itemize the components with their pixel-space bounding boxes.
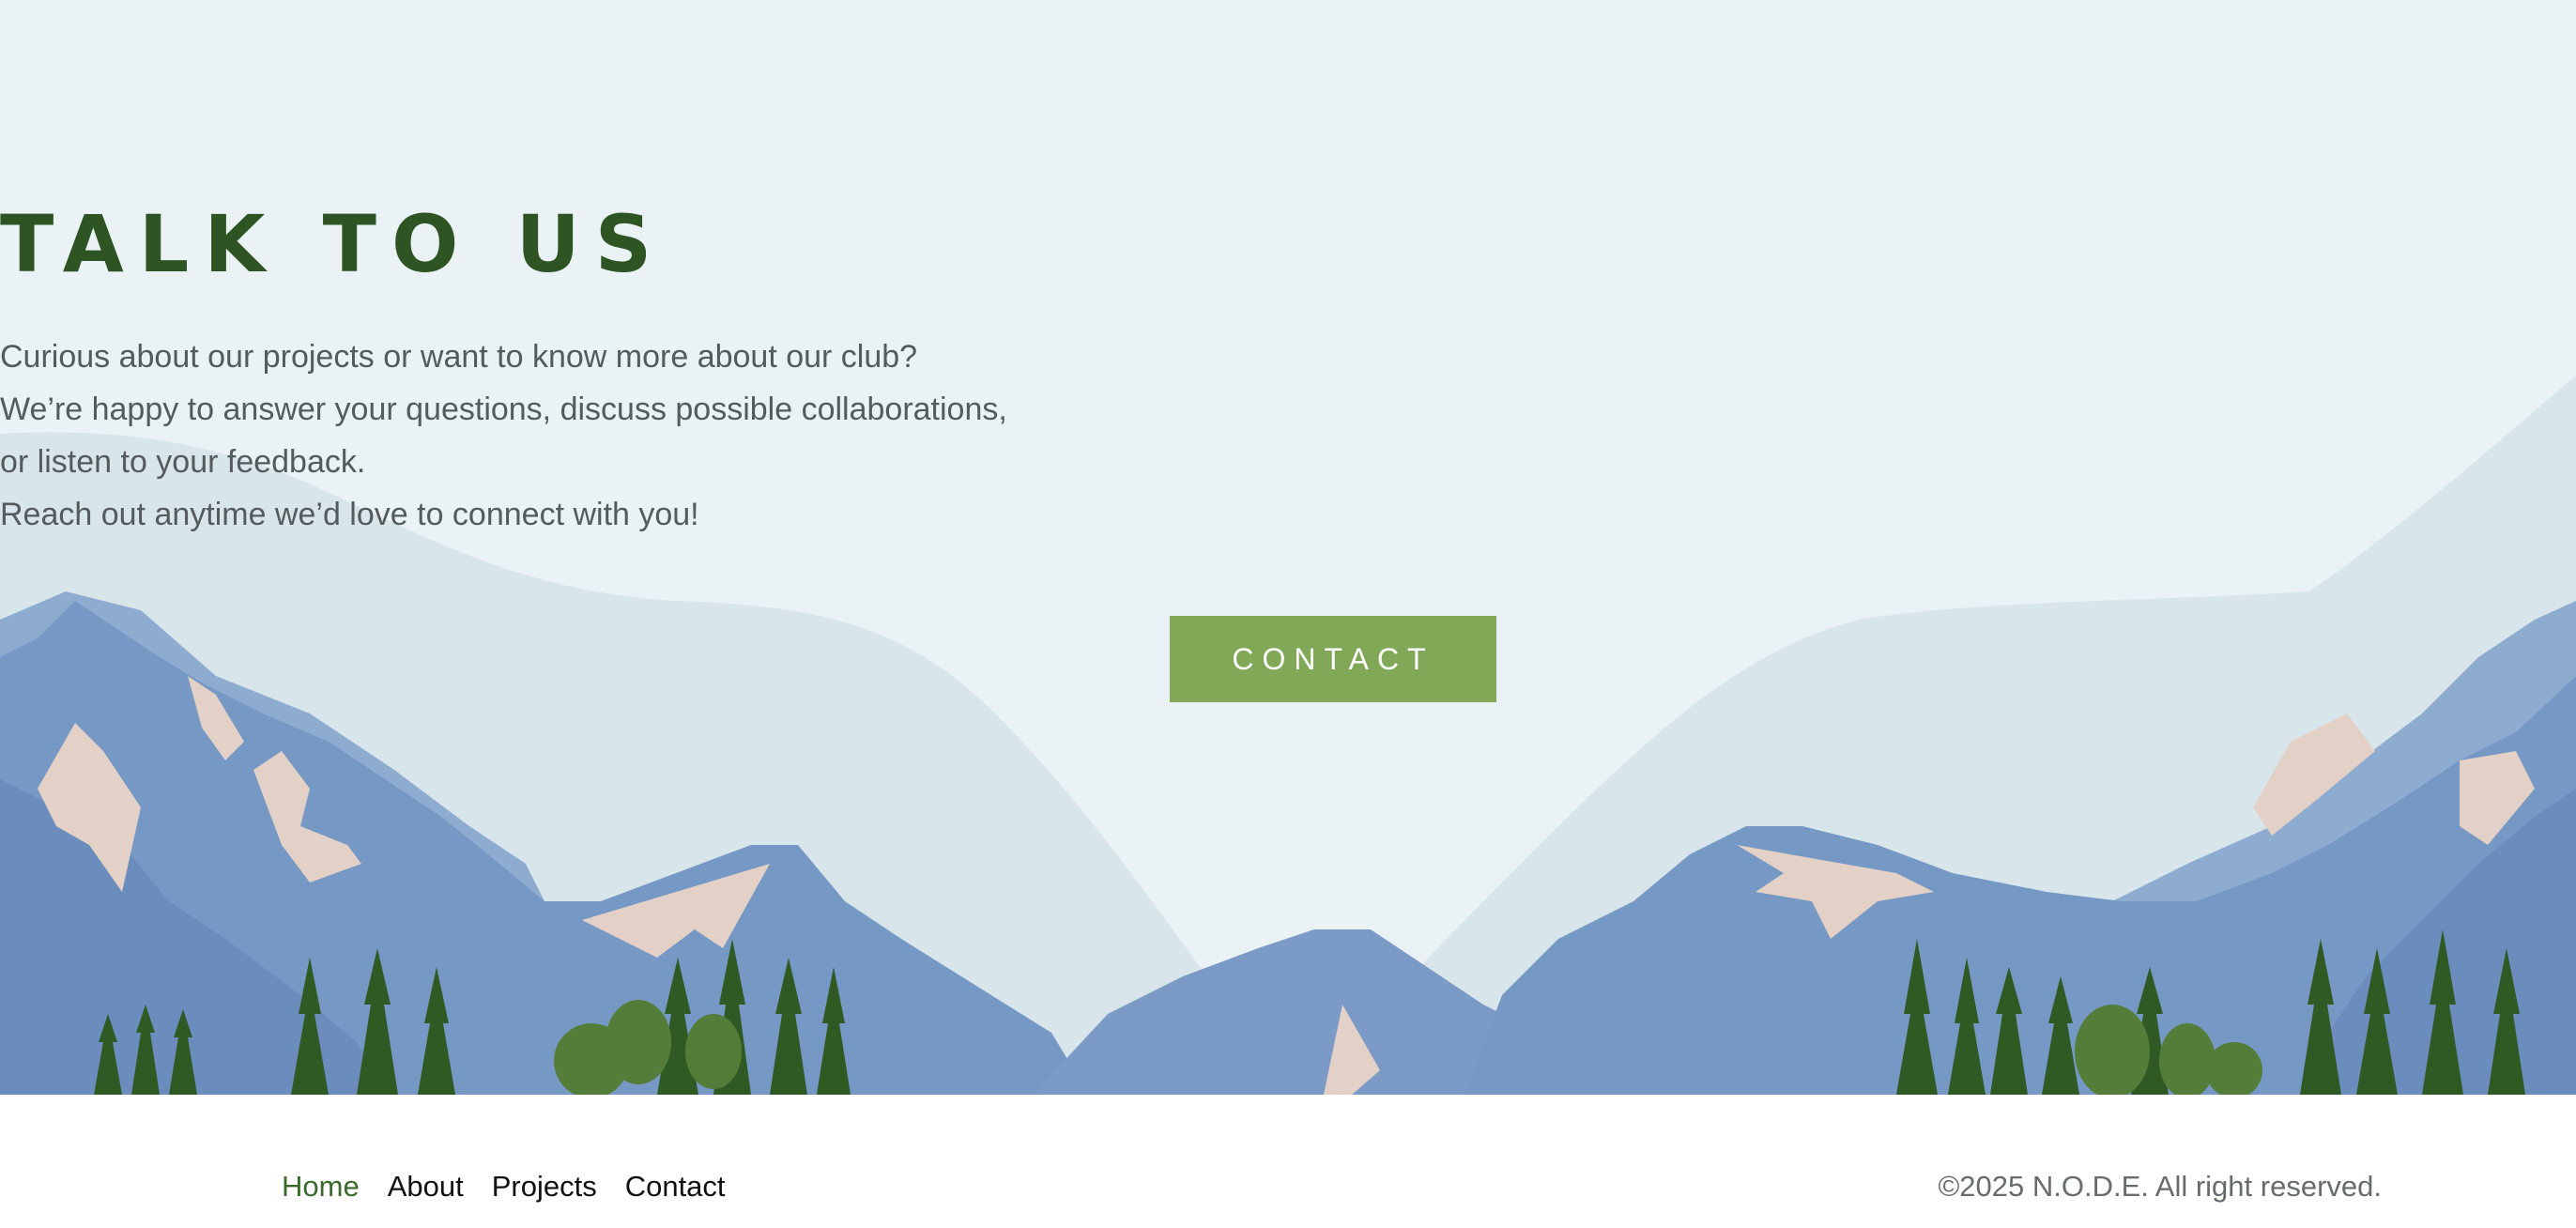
footer-link-projects[interactable]: Projects [492,1170,597,1204]
footer-link-contact[interactable]: Contact [625,1170,726,1204]
mountain-landscape [0,376,2576,1095]
footer-link-home[interactable]: Home [282,1170,360,1204]
hero-section: TALK TO US Curious about our projects or… [0,0,2576,1095]
contact-button[interactable]: CONTACT [1170,616,1496,702]
footer-nav: Home About Projects Contact [282,1170,726,1204]
footer-link-about[interactable]: About [388,1170,464,1204]
page-title: TALK TO US [0,198,667,290]
footer [0,1095,2576,1228]
hero-description-line: Reach out anytime we’d love to connect w… [0,497,699,532]
hero-description-line: Curious about our projects or want to kn… [0,339,918,375]
hero-description-line: or listen to your feedback. [0,444,366,480]
hero-description-line: We’re happy to answer your questions, di… [0,391,1007,427]
hero-description: Curious about our projects or want to kn… [0,330,2576,541]
copyright-text: ©2025 N.O.D.E. All right reserved. [1938,1170,2382,1203]
